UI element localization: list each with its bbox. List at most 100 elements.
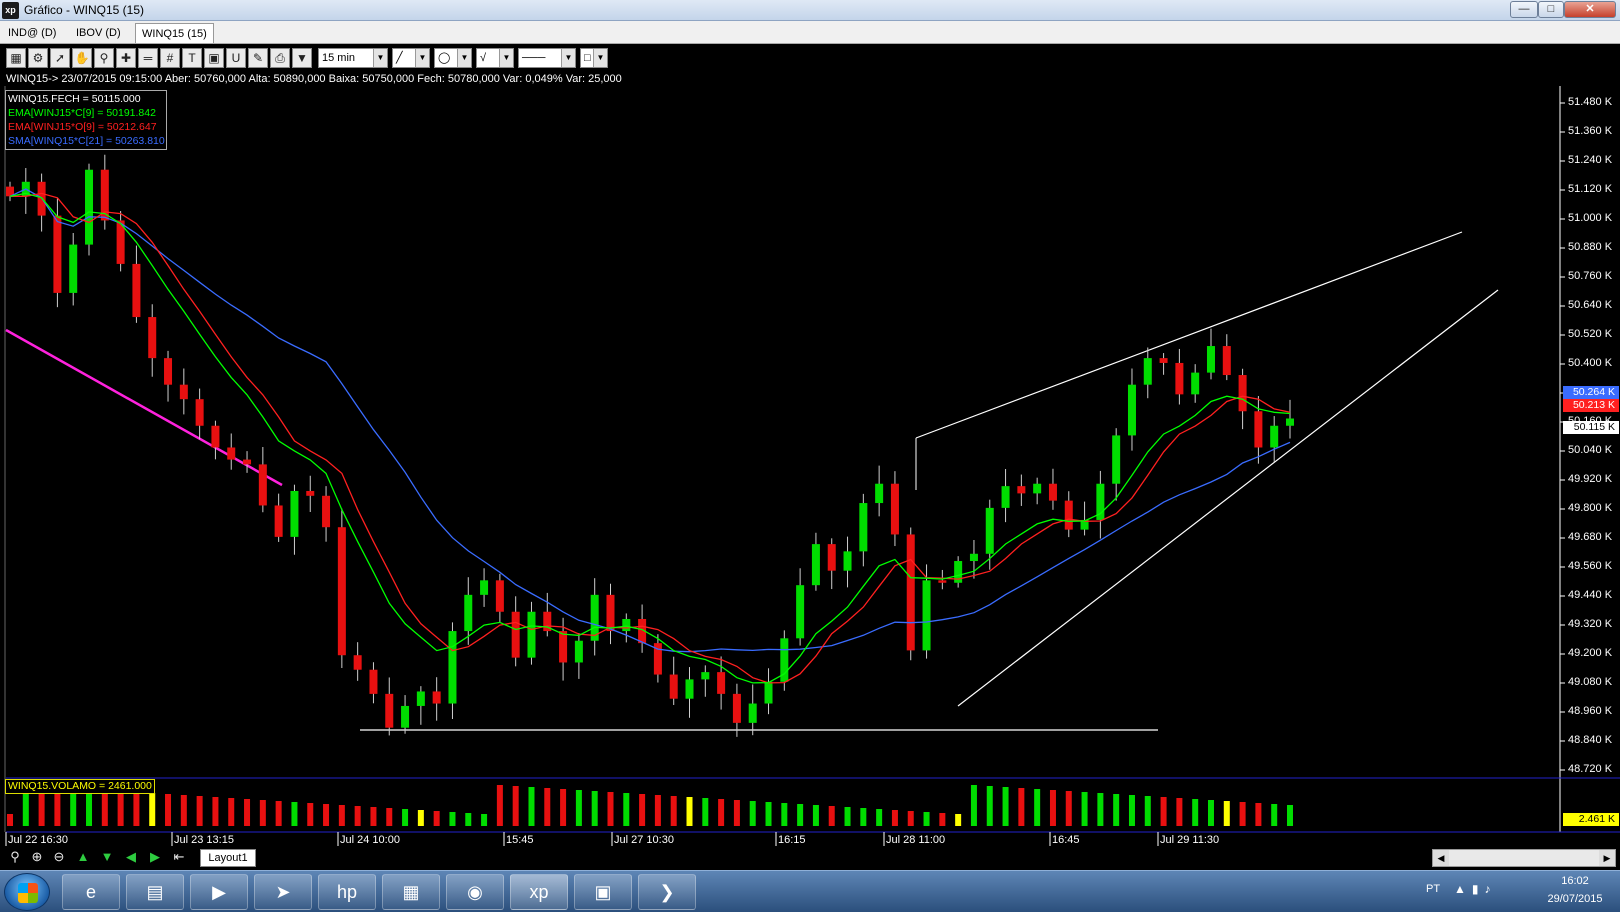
volume-bar — [1002, 787, 1009, 826]
volume-bar — [1097, 793, 1104, 826]
price-tick-label: 50.040 K — [1568, 444, 1613, 456]
hp-icon[interactable]: hp — [318, 874, 376, 910]
volume-bar — [654, 795, 661, 826]
price-tick-label: 51.000 K — [1568, 212, 1613, 224]
candle-body — [1206, 346, 1215, 373]
volume-bar — [449, 812, 456, 826]
start-button[interactable] — [4, 873, 50, 911]
candle-body — [432, 691, 441, 704]
volume-bar — [338, 805, 345, 826]
volume-speaker-icon[interactable]: ♪ — [1485, 882, 1497, 896]
price-tick-label: 49.200 K — [1568, 647, 1613, 659]
volume-bar — [481, 814, 488, 826]
xp-app-taskbar-icon[interactable]: xp — [510, 874, 568, 910]
volume-bar — [591, 791, 598, 826]
arrow-up-icon[interactable]: ▲ — [74, 849, 92, 865]
volume-bar — [496, 785, 503, 826]
network-signal-icon[interactable]: ▮ — [1472, 882, 1485, 896]
candle-body — [1254, 411, 1263, 448]
candle-body — [495, 580, 504, 612]
time-tick-label: Jul 24 10:00 — [340, 834, 400, 846]
volume-bar — [702, 798, 709, 826]
navigation-bar: ⚲ ⊕ ⊖ ▲ ▼ ◀ ▶ ⇤ Layout1 ◀ ▶ — [4, 847, 1616, 867]
volume-bar — [1018, 788, 1025, 826]
candle-body — [353, 655, 362, 670]
volume-bar — [1081, 792, 1088, 826]
price-tick-label: 50.520 K — [1568, 328, 1613, 340]
volume-bar — [607, 792, 614, 826]
volume-bar — [781, 803, 788, 826]
tray-icons[interactable]: ▲▮♪ — [1454, 882, 1497, 896]
horizontal-scrollbar[interactable]: ◀ ▶ — [1432, 849, 1616, 867]
volume-bar — [307, 803, 314, 826]
volume-bar — [891, 810, 898, 826]
descending-trendline — [5, 328, 283, 487]
media-player-icon[interactable]: ▶ — [190, 874, 248, 910]
time-tick-label: Jul 28 11:00 — [886, 834, 946, 846]
candle-body — [1112, 435, 1121, 484]
candle-body — [211, 425, 220, 448]
zoom-out-icon[interactable]: ⊖ — [50, 849, 68, 865]
price-tick-label: 48.720 K — [1568, 763, 1613, 775]
price-tick-label: 49.440 K — [1568, 589, 1613, 601]
file-explorer-icon[interactable]: ▤ — [126, 874, 184, 910]
volume-bar — [402, 809, 409, 826]
search-icon[interactable]: ⚲ — [6, 849, 24, 865]
candle-body — [1238, 375, 1247, 412]
price-tick-label: 50.760 K — [1568, 270, 1613, 282]
candle-body — [685, 679, 694, 699]
volume-bar — [117, 791, 124, 826]
forward-app-icon[interactable]: ❯ — [638, 874, 696, 910]
scroll-left-icon[interactable]: ◀ — [1433, 850, 1449, 866]
network-app-icon[interactable]: ➤ — [254, 874, 312, 910]
clock-date[interactable]: 29/07/2015 — [1540, 893, 1610, 905]
volume-bar — [1223, 801, 1230, 826]
arrow-down-icon[interactable]: ▼ — [98, 849, 116, 865]
clock-time[interactable]: 16:02 — [1540, 875, 1610, 887]
candle-body — [622, 618, 631, 632]
candle-body — [306, 490, 315, 496]
volume-bar — [718, 799, 725, 826]
volume-bar — [354, 806, 361, 826]
volume-bar — [1034, 789, 1041, 826]
ema-open-line — [10, 192, 1291, 684]
scroll-right-icon[interactable]: ▶ — [1599, 850, 1615, 866]
volume-bar — [433, 811, 440, 826]
language-indicator[interactable]: PT — [1426, 883, 1440, 895]
arrow-left-icon[interactable]: ◀ — [122, 849, 140, 865]
volume-bar — [228, 798, 235, 826]
candle-body — [906, 534, 915, 651]
price-tick-label: 49.080 K — [1568, 676, 1613, 688]
candle-body — [748, 703, 757, 723]
candlestick-chart[interactable] — [0, 0, 1620, 912]
legend-ema-close: EMA[WINJ15*C[9] = 50191.842 — [8, 107, 156, 119]
image-viewer-icon[interactable]: ▣ — [574, 874, 632, 910]
candle-body — [1270, 425, 1279, 448]
dashboard-app-icon[interactable]: ▦ — [382, 874, 440, 910]
candle-body — [701, 672, 710, 680]
volume-bar — [575, 790, 582, 826]
volume-badge: 2.461 K — [1563, 813, 1619, 826]
layout-tab[interactable]: Layout1 — [200, 849, 256, 867]
ie-browser-icon[interactable]: e — [62, 874, 120, 910]
candle-body — [796, 585, 805, 639]
candle-body — [985, 507, 994, 554]
close-price-badge: 50.115 K — [1563, 421, 1619, 434]
volume-bar — [860, 808, 867, 826]
ema-price-badge: 50.213 K — [1563, 399, 1619, 412]
volume-bar — [749, 801, 756, 826]
arrow-right-icon[interactable]: ▶ — [146, 849, 164, 865]
volume-bar — [812, 805, 819, 826]
go-to-start-icon[interactable]: ⇤ — [170, 849, 188, 865]
candle-body — [606, 594, 615, 632]
tray-arrow-icon[interactable]: ▲ — [1454, 882, 1472, 896]
price-tick-label: 50.640 K — [1568, 299, 1613, 311]
time-tick-label: 16:45 — [1052, 834, 1080, 846]
volume-legend: WINQ15.VOLAMO = 2461.000 — [5, 779, 155, 794]
chrome-browser-icon[interactable]: ◉ — [446, 874, 504, 910]
candle-body — [527, 611, 536, 658]
candle-body — [764, 681, 773, 704]
zoom-in-icon[interactable]: ⊕ — [28, 849, 46, 865]
volume-bar — [1192, 799, 1199, 826]
volume-bar — [512, 786, 519, 826]
